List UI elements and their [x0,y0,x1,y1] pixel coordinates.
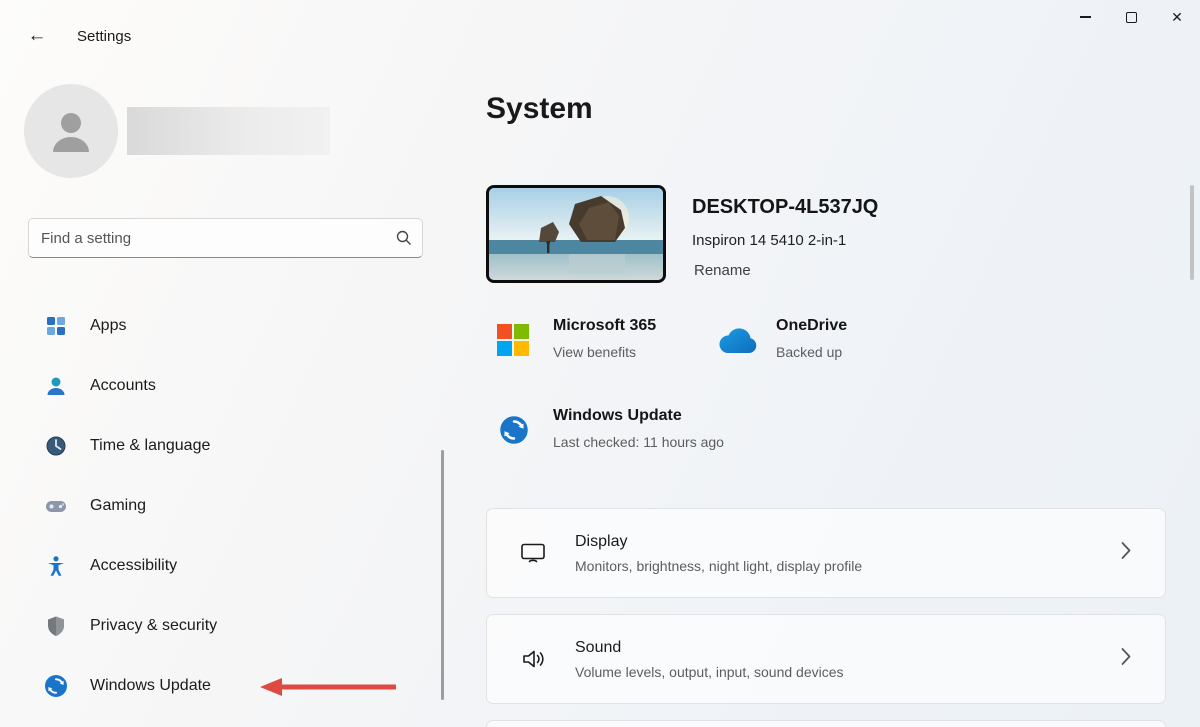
rename-button[interactable]: Rename [694,262,751,279]
sidebar-item-label: Apps [90,317,126,335]
time-language-icon [44,434,68,458]
search-input[interactable] [29,230,386,247]
sidebar-item-accounts[interactable]: Accounts [14,358,434,414]
card-display[interactable]: Display Monitors, brightness, night ligh… [486,508,1166,598]
back-button[interactable]: ← [22,22,52,50]
minimize-icon [1080,16,1091,18]
sidebar-nav: Apps Accounts Time & language [14,298,434,718]
view-benefits-link[interactable]: View benefits [553,344,656,360]
search-icon[interactable] [386,230,422,246]
minimize-button[interactable] [1062,0,1108,34]
windows-update-subtitle: Last checked: 11 hours ago [553,434,724,450]
search-box [28,218,423,258]
card-sound[interactable]: Sound Volume levels, output, input, soun… [486,614,1166,704]
sound-icon [520,646,546,672]
card-text: Display Monitors, brightness, night ligh… [575,533,862,574]
sidebar-item-time-language[interactable]: Time & language [14,418,434,474]
apps-icon [44,314,68,338]
device-wallpaper-thumbnail [486,185,666,283]
device-name: DESKTOP-4L537JQ [692,196,878,219]
accessibility-icon [44,554,68,578]
display-icon [520,540,546,566]
gaming-icon [44,494,68,518]
window-controls: ✕ [1062,0,1200,34]
sidebar-scrollbar[interactable] [441,450,444,700]
sidebar-item-accessibility[interactable]: Accessibility [14,538,434,594]
person-icon [44,104,98,158]
card-subtitle: Monitors, brightness, night light, displ… [575,558,862,574]
windows-update-icon [44,674,68,698]
privacy-security-icon [44,614,68,638]
card-subtitle: Volume levels, output, input, sound devi… [575,664,844,680]
sidebar-item-apps[interactable]: Apps [14,298,434,354]
sidebar-item-label: Accessibility [90,557,177,575]
microsoft-365-title: Microsoft 365 [553,317,656,335]
microsoft-365-icon [497,324,529,361]
sidebar-item-label: Privacy & security [90,617,217,635]
user-name-redacted [127,107,330,155]
chevron-right-icon [1121,648,1131,671]
main-scrollbar[interactable] [1190,185,1194,280]
sidebar-item-windows-update[interactable]: Windows Update [14,658,434,714]
accounts-icon [44,374,68,398]
sidebar-item-label: Windows Update [90,677,211,695]
card-partial[interactable] [486,720,1166,727]
sidebar-item-label: Time & language [90,437,210,455]
card-title: Sound [575,639,844,657]
sidebar-item-gaming[interactable]: Gaming [14,478,434,534]
maximize-icon [1126,12,1137,23]
page-title: System [486,92,593,126]
settings-window: ← Settings ✕ [0,0,1200,727]
avatar[interactable] [24,84,118,178]
sidebar-item-privacy-security[interactable]: Privacy & security [14,598,434,654]
close-button[interactable]: ✕ [1154,0,1200,34]
card-text: Sound Volume levels, output, input, soun… [575,639,844,680]
onedrive-subtitle: Backed up [776,344,847,360]
onedrive-title: OneDrive [776,317,847,335]
windows-update-icon [499,415,529,450]
windows-update-title: Windows Update [553,407,724,425]
titlebar: ← Settings ✕ [0,0,1200,56]
sidebar-item-label: Accounts [90,377,156,395]
onedrive-status: OneDrive Backed up [776,317,847,360]
microsoft-365-status: Microsoft 365 View benefits [553,317,656,360]
beach-photo [489,188,663,280]
windows-update-status: Windows Update Last checked: 11 hours ag… [553,407,724,450]
window-title: Settings [77,28,131,45]
onedrive-icon [716,328,758,360]
chevron-right-icon [1121,542,1131,565]
close-icon: ✕ [1171,9,1183,26]
maximize-button[interactable] [1108,0,1154,34]
card-title: Display [575,533,862,551]
device-model: Inspiron 14 5410 2-in-1 [692,232,846,249]
sidebar-item-label: Gaming [90,497,146,515]
